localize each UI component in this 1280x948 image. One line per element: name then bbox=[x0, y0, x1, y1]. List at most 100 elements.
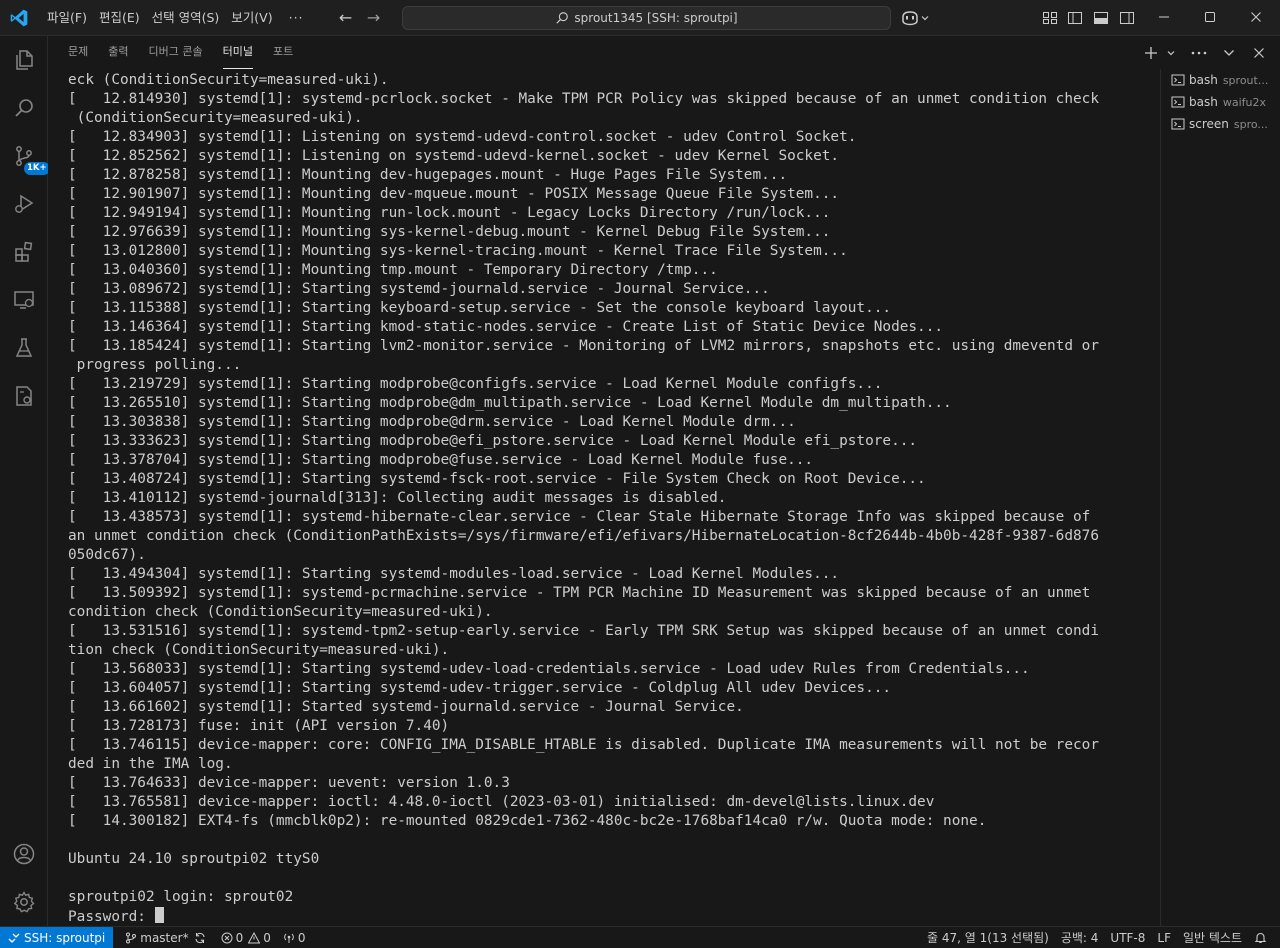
terminal-line: tion check (ConditionSecurity=measured-u… bbox=[68, 642, 450, 658]
terminal-line: [ 12.852562] systemd[1]: Listening on sy… bbox=[68, 148, 840, 164]
menu-file[interactable]: 파일(F) bbox=[41, 5, 93, 31]
terminal-output[interactable]: eck (ConditionSecurity=measured-uki). [ 1… bbox=[68, 71, 1143, 926]
terminal-line: [ 13.661602] systemd[1]: Started systemd… bbox=[68, 699, 744, 715]
remote-explorer-button[interactable] bbox=[0, 276, 48, 324]
copilot-button[interactable] bbox=[900, 8, 936, 28]
back-arrow-icon[interactable]: ← bbox=[334, 8, 358, 27]
terminal-icon bbox=[1171, 74, 1185, 86]
search-view-button[interactable] bbox=[0, 84, 48, 132]
minimize-button[interactable] bbox=[1141, 0, 1187, 34]
terminal-description: sprout... bbox=[1222, 73, 1269, 87]
terminal-profiles-button[interactable] bbox=[1164, 42, 1178, 64]
terminal-name: bash bbox=[1189, 95, 1218, 109]
container-settings-icon bbox=[16, 386, 32, 406]
toggle-secondary-sidebar-icon[interactable] bbox=[1119, 10, 1135, 26]
terminal-icon bbox=[1171, 118, 1185, 130]
terminal-line: [ 13.378704] systemd[1]: Starting modpro… bbox=[68, 452, 814, 468]
sync-icon[interactable] bbox=[194, 932, 206, 944]
terminal-line: sproutpi02 login: sprout02 bbox=[68, 889, 294, 905]
tab-terminal[interactable]: 터미널 bbox=[222, 43, 253, 69]
tab-output[interactable]: 출력 bbox=[108, 43, 128, 69]
chevron-down-icon bbox=[1167, 50, 1175, 55]
command-center-search[interactable]: sprout1345 [SSH: sproutpi] bbox=[402, 6, 891, 30]
remote-icon bbox=[8, 933, 20, 943]
end-of-line[interactable]: LF bbox=[1151, 927, 1177, 948]
more-actions-button[interactable] bbox=[1186, 42, 1212, 64]
menu-edit[interactable]: 편집(E) bbox=[93, 5, 146, 31]
maximize-button[interactable] bbox=[1187, 0, 1233, 34]
terminal-line: [ 13.115388] systemd[1]: Starting keyboa… bbox=[68, 300, 892, 316]
encoding[interactable]: UTF-8 bbox=[1104, 927, 1151, 948]
extensions-icon bbox=[15, 241, 33, 262]
maximize-panel-button[interactable] bbox=[1216, 42, 1242, 64]
terminal-line: [ 13.494304] systemd[1]: Starting system… bbox=[68, 566, 840, 582]
terminal-line: progress polling... bbox=[68, 357, 242, 373]
ports-status[interactable]: 0 bbox=[277, 927, 312, 948]
remote-label: SSH: sproutpi bbox=[24, 930, 106, 945]
terminal-line: [ 13.408724] systemd[1]: Starting system… bbox=[68, 471, 926, 487]
tab-debug-console[interactable]: 디버그 콘솔 bbox=[149, 43, 203, 69]
terminal-list-item[interactable]: bash waifu2x bbox=[1161, 91, 1280, 113]
forward-arrow-icon[interactable]: → bbox=[362, 8, 386, 27]
beaker-icon bbox=[15, 338, 33, 357]
terminal-line: [ 14.300182] EXT4-fs (mmcblk0p2): re-mou… bbox=[68, 813, 987, 829]
tab-problems[interactable]: 문제 bbox=[68, 43, 88, 69]
indentation[interactable]: 공백: 4 bbox=[1055, 927, 1105, 948]
language-mode[interactable]: 일반 텍스트 bbox=[1177, 927, 1248, 948]
run-debug-button[interactable] bbox=[0, 180, 48, 228]
terminal-line: [ 13.604057] systemd[1]: Starting system… bbox=[68, 680, 892, 696]
terminal-line: [ 12.949194] systemd[1]: Mounting run-lo… bbox=[68, 205, 831, 221]
remote-indicator[interactable]: SSH: sproutpi bbox=[0, 927, 114, 948]
terminal-line: 050dc67). bbox=[68, 547, 146, 563]
toggle-panel-icon[interactable] bbox=[1093, 10, 1109, 26]
terminal-line: [ 12.901907] systemd[1]: Mounting dev-mq… bbox=[68, 186, 840, 202]
search-icon bbox=[15, 99, 33, 117]
customize-layout-icon[interactable] bbox=[1042, 10, 1058, 26]
terminal-line: [ 12.814930] systemd[1]: systemd-pcrlock… bbox=[68, 91, 1100, 107]
manage-button[interactable] bbox=[0, 878, 48, 926]
extensions-button[interactable] bbox=[0, 228, 48, 276]
terminal-list-item[interactable]: bash sprout... bbox=[1161, 69, 1280, 91]
warning-count: 0 bbox=[263, 930, 271, 945]
menu-selection[interactable]: 선택 영역(S) bbox=[146, 5, 226, 31]
account-icon bbox=[13, 843, 35, 865]
tab-ports[interactable]: 포트 bbox=[273, 43, 293, 69]
branch-status[interactable]: master* bbox=[119, 927, 214, 948]
terminal-list-item[interactable]: screen spro... bbox=[1161, 113, 1280, 135]
terminal-line: [ 13.303838] systemd[1]: Starting modpro… bbox=[68, 414, 796, 430]
terminal-line: [ 13.509392] systemd[1]: systemd-pcrmach… bbox=[68, 585, 1091, 601]
docker-button[interactable] bbox=[0, 372, 48, 420]
menu-more[interactable]: ··· bbox=[283, 5, 310, 31]
terminal-list: bash sprout... bash waifu2x screen spro... bbox=[1160, 69, 1280, 926]
terminal-line: [ 13.333623] systemd[1]: Starting modpro… bbox=[68, 433, 918, 449]
toggle-primary-sidebar-icon[interactable] bbox=[1067, 10, 1083, 26]
menu-view[interactable]: 보기(V) bbox=[225, 5, 278, 31]
terminal-name: bash bbox=[1189, 73, 1218, 87]
notifications-button[interactable] bbox=[1248, 927, 1280, 948]
terminal-line: [ 12.976639] systemd[1]: Mounting sys-ke… bbox=[68, 224, 831, 240]
command-center-text: sprout1345 [SSH: sproutpi] bbox=[574, 11, 738, 25]
warning-icon bbox=[248, 931, 261, 943]
problems-status[interactable]: 0 0 bbox=[215, 927, 277, 948]
terminal-line: an unmet condition check (ConditionPathE… bbox=[68, 528, 1100, 544]
status-bar-right: 줄 47, 열 1(13 선택됨) 공백: 4 UTF-8 LF 일반 텍스트 bbox=[921, 927, 1280, 948]
terminal-line: [ 13.089672] systemd[1]: Starting system… bbox=[68, 281, 770, 297]
terminal-line: [ 13.531516] systemd[1]: systemd-tpm2-se… bbox=[68, 623, 1100, 639]
terminal-description: waifu2x bbox=[1222, 95, 1266, 109]
terminal-line: ded in the IMA log. bbox=[68, 756, 233, 772]
terminal-line: [ 13.146364] systemd[1]: Starting kmod-s… bbox=[68, 319, 944, 335]
explorer-button[interactable] bbox=[0, 36, 48, 84]
close-panel-button[interactable] bbox=[1246, 42, 1272, 64]
error-count: 0 bbox=[235, 930, 244, 945]
close-button[interactable] bbox=[1233, 0, 1279, 34]
source-control-button[interactable]: 1K+ bbox=[0, 132, 50, 180]
new-terminal-button[interactable] bbox=[1138, 42, 1164, 64]
copilot-icon bbox=[902, 11, 918, 26]
terminal-line: [ 13.728173] fuse: init (API version 7.4… bbox=[68, 718, 450, 734]
testing-button[interactable] bbox=[0, 324, 48, 372]
cursor-position[interactable]: 줄 47, 열 1(13 선택됨) bbox=[921, 927, 1055, 948]
panel-tabs: 문제 출력 디버그 콘솔 터미널 포트 bbox=[48, 36, 1280, 69]
bottom-panel: 문제 출력 디버그 콘솔 터미널 포트 eck (ConditionSecuri… bbox=[48, 36, 1280, 926]
accounts-button[interactable] bbox=[0, 830, 48, 878]
